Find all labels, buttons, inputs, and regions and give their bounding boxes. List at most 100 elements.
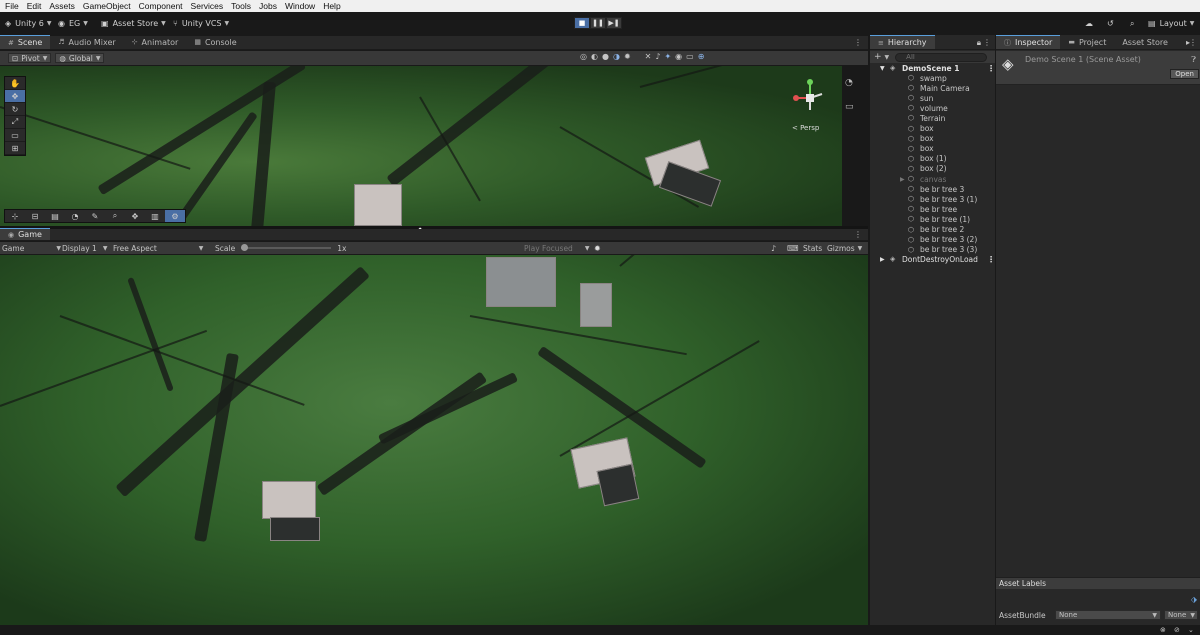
hierarchy-item[interactable]: ⬡ be br tree <box>908 204 957 214</box>
more-options-icon[interactable]: ⋮ <box>987 64 995 73</box>
scale-track[interactable] <box>241 244 332 251</box>
more-options-icon[interactable]: ⋮ <box>854 230 862 239</box>
global-dropdown[interactable]: ◍ Global ▼ <box>55 53 105 63</box>
hierarchy-search-input[interactable] <box>895 52 988 62</box>
terrain-icon[interactable]: ▤ <box>45 210 65 222</box>
collapse-arrow-icon[interactable]: ▶ <box>880 256 885 263</box>
asset-variant-dropdown[interactable]: None ▼ <box>1164 610 1198 620</box>
menu-edit[interactable]: Edit <box>27 1 42 11</box>
more-options-icon[interactable]: ⋮ <box>987 255 995 264</box>
gizmos-dropdown[interactable]: Gizmos ▼ <box>827 244 862 253</box>
brush-icon[interactable]: ✎ <box>85 210 105 222</box>
move-tool-icon[interactable]: ✥ <box>5 90 25 103</box>
tab-asset-store[interactable]: Asset Store <box>1114 35 1176 49</box>
hierarchy-item[interactable]: ▶ ⬡ canvas <box>900 174 946 184</box>
hierarchy-item[interactable]: ⬡ box (2) <box>908 164 947 174</box>
layout-dropdown[interactable]: ▤ Layout ▼ <box>1148 17 1194 30</box>
audio-icon[interactable]: ♪ <box>655 52 660 61</box>
more-options-icon[interactable]: ⋮ <box>854 38 862 47</box>
scene-viewport[interactable] <box>0 66 842 226</box>
orientation-gizmo[interactable]: < Persp <box>790 76 830 132</box>
menu-file[interactable]: File <box>5 1 19 11</box>
transform-tool-icon[interactable]: ⊞ <box>5 142 25 155</box>
menu-services[interactable]: Services <box>191 1 224 11</box>
paint-icon[interactable]: ◔ <box>65 210 85 222</box>
debug-icon[interactable]: ⌄ <box>1188 626 1194 634</box>
history-button[interactable]: ↺ <box>1107 17 1114 30</box>
audio-mute-icon[interactable]: ♪ <box>771 244 776 253</box>
mode-2d-icon[interactable]: ✕ <box>645 52 652 61</box>
keyboard-icon[interactable]: ⌨ <box>787 244 799 253</box>
game-viewport[interactable] <box>0 255 868 625</box>
scene-row[interactable]: ▼ ◈ DemoScene 1 ⋮ <box>880 63 995 73</box>
game-mode-dropdown[interactable]: Game ▼ <box>2 244 61 253</box>
tab-project[interactable]: ▬ Project <box>1060 35 1114 49</box>
vcs-dropdown[interactable]: ⑂ Unity VCS ▼ <box>173 17 229 30</box>
hierarchy-item[interactable]: ⬡ swamp <box>908 73 947 83</box>
progress-icon[interactable]: ⊗ <box>1160 626 1166 634</box>
display-dropdown[interactable]: Display 1 ▼ <box>62 244 107 253</box>
rotate-tool-icon[interactable]: ↻ <box>5 103 25 116</box>
play-focused-dropdown[interactable]: Play Focused ▼ <box>524 244 589 253</box>
zoom-icon[interactable]: ⌕ <box>105 210 125 222</box>
menu-component[interactable]: Component <box>139 1 183 11</box>
hand-tool-icon[interactable]: ✋ <box>5 77 25 90</box>
help-icon[interactable]: ❓︎ <box>1191 55 1196 65</box>
hierarchy-item[interactable]: ⬡ box <box>908 144 934 154</box>
hierarchy-item[interactable]: ⬡ Terrain <box>908 113 945 123</box>
tab-inspector[interactable]: ⓘ Inspector <box>996 35 1061 49</box>
wireframe-icon[interactable]: ◎ <box>580 52 587 61</box>
scale-handle[interactable] <box>241 244 249 251</box>
collapse-arrow-icon[interactable]: ▶ <box>900 176 905 183</box>
play-button[interactable]: ■ <box>574 17 590 29</box>
camera-preview-icon[interactable]: ▭ <box>845 102 854 112</box>
hierarchy-item[interactable]: ⬡ volume <box>908 103 948 113</box>
settings-icon[interactable]: ⚙ <box>165 210 185 222</box>
dont-destroy-row[interactable]: ▶ ◈ DontDestroyOnLoad ⋮ <box>880 254 995 264</box>
perspective-label[interactable]: < Persp <box>792 124 819 132</box>
hierarchy-item[interactable]: ⬡ be br tree 3 (1) <box>908 194 977 204</box>
add-icon[interactable]: + <box>874 52 882 62</box>
shaded-wire-icon[interactable]: ◐ <box>591 52 598 61</box>
effects-icon[interactable]: ✹ <box>624 52 631 61</box>
hierarchy-item[interactable]: ⬡ box <box>908 124 934 134</box>
more-options-icon[interactable]: ⋮ <box>983 38 991 47</box>
lock-icon[interactable]: 🔒︎ <box>977 38 981 48</box>
pivot-dropdown[interactable]: ⊡ Pivot ▼ <box>8 53 52 63</box>
tag-icon[interactable]: ⬗ <box>1191 595 1197 604</box>
tab-hierarchy[interactable]: ≡ Hierarchy <box>870 35 935 49</box>
menu-jobs[interactable]: Jobs <box>259 1 277 11</box>
expand-arrow-icon[interactable]: ▼ <box>880 65 885 72</box>
tab-console[interactable]: ▦ Console <box>186 35 244 49</box>
fx-icon[interactable]: ✦ <box>664 52 671 61</box>
sun-icon[interactable]: ✹ <box>594 244 601 253</box>
stats-button[interactable]: Stats <box>803 244 822 253</box>
asset-bundle-dropdown[interactable]: None ▼ <box>1055 610 1161 620</box>
menu-assets[interactable]: Assets <box>49 1 75 11</box>
hierarchy-item[interactable]: ⬡ be br tree 2 <box>908 225 964 235</box>
aspect-dropdown[interactable]: Free Aspect ▼ <box>113 244 203 253</box>
gizmos-icon[interactable]: ⊕ <box>698 52 705 61</box>
account-dropdown[interactable]: ◉ EG ▼ <box>58 17 88 30</box>
menu-tools[interactable]: Tools <box>231 1 251 11</box>
step-button[interactable]: ▶❚ <box>606 17 622 29</box>
hierarchy-item[interactable]: ⬡ sun <box>908 93 933 103</box>
open-button[interactable]: Open <box>1170 69 1199 79</box>
scale-tool-icon[interactable]: ⤢ <box>5 116 25 129</box>
shaded-icon[interactable]: ● <box>602 52 609 61</box>
hierarchy-item[interactable]: ⬡ box <box>908 134 934 144</box>
visibility-icon[interactable]: ◉ <box>675 52 682 61</box>
search-button[interactable]: ⌕ <box>1130 17 1134 30</box>
grid-icon[interactable]: ⊹ <box>5 210 25 222</box>
hierarchy-item[interactable]: ⬡ box (1) <box>908 154 947 164</box>
menu-gameobject[interactable]: GameObject <box>83 1 131 11</box>
tab-game[interactable]: ◉ Game <box>0 228 50 240</box>
scale-slider[interactable]: Scale 1x <box>215 244 346 253</box>
rect-tool-icon[interactable]: ▭ <box>5 129 25 142</box>
pause-button[interactable]: ❚❚ <box>590 17 606 29</box>
cache-icon[interactable]: ⊘ <box>1174 626 1180 634</box>
menu-window[interactable]: Window <box>285 1 315 11</box>
hierarchy-item[interactable]: ⬡ be br tree (1) <box>908 214 970 224</box>
cloud-button[interactable]: ☁ <box>1085 17 1093 30</box>
camera-settings-icon[interactable]: ◔ <box>845 78 853 88</box>
